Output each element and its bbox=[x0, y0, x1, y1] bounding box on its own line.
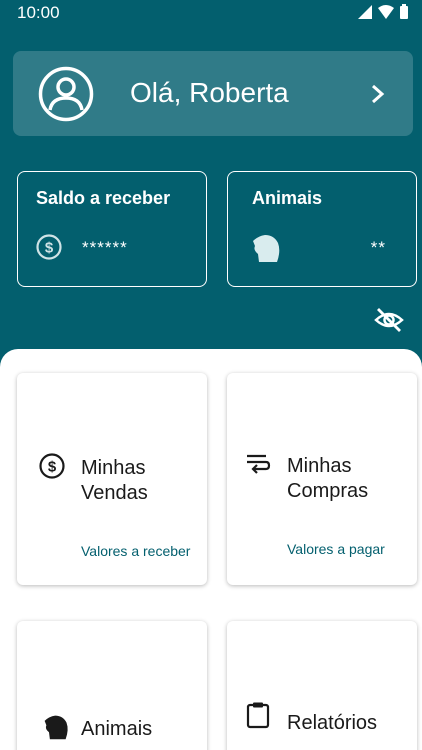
status-icons bbox=[358, 4, 408, 19]
battery-icon bbox=[400, 4, 408, 19]
animais-value: ** bbox=[370, 238, 386, 257]
compras-sub[interactable]: Valores a pagar bbox=[287, 541, 385, 557]
relatorios-label: Relatórios bbox=[287, 712, 378, 734]
clipboard-icon bbox=[246, 702, 270, 729]
saldo-value: ****** bbox=[82, 238, 128, 257]
status-time: 10:00 bbox=[17, 3, 60, 22]
compras-label-line2: Compras bbox=[287, 480, 369, 502]
horse-icon bbox=[44, 715, 68, 740]
saldo-title: Saldo a receber bbox=[36, 188, 171, 208]
dollar-icon: $ bbox=[36, 234, 62, 260]
animais-menu-card[interactable]: Animais bbox=[17, 621, 207, 750]
horse-icon bbox=[253, 235, 280, 262]
status-bar: 10:00 bbox=[0, 0, 422, 26]
minhas-compras-card[interactable]: Minhas Compras Valores a pagar bbox=[227, 373, 417, 585]
chevron-right-icon bbox=[372, 84, 385, 104]
avatar-icon bbox=[38, 66, 94, 122]
svg-text:$: $ bbox=[45, 240, 54, 257]
animais-menu-label: Animais bbox=[81, 718, 153, 740]
svg-text:$: $ bbox=[48, 459, 57, 476]
transfer-icon bbox=[247, 454, 271, 474]
eye-off-icon[interactable] bbox=[374, 306, 404, 334]
vendas-label-line1: Minhas bbox=[81, 457, 146, 479]
animais-title: Animais bbox=[252, 188, 323, 208]
wifi-icon bbox=[378, 4, 394, 19]
vendas-sub[interactable]: Valores a receber bbox=[81, 543, 190, 559]
vendas-label-line2: Vendas bbox=[81, 482, 148, 504]
saldo-card[interactable]: Saldo a receber $ ****** bbox=[17, 171, 207, 287]
minhas-vendas-card[interactable]: $ Minhas Vendas Valores a receber bbox=[17, 373, 207, 585]
greeting-card[interactable]: Olá, Roberta bbox=[13, 51, 413, 136]
dollar-icon: $ bbox=[39, 453, 65, 479]
signal-icon bbox=[358, 4, 372, 19]
greeting-text: Olá, Roberta bbox=[130, 77, 289, 108]
compras-label-line1: Minhas bbox=[287, 455, 352, 477]
animais-card[interactable]: Animais ** bbox=[227, 171, 417, 287]
relatorios-card[interactable]: Relatórios bbox=[227, 621, 417, 750]
